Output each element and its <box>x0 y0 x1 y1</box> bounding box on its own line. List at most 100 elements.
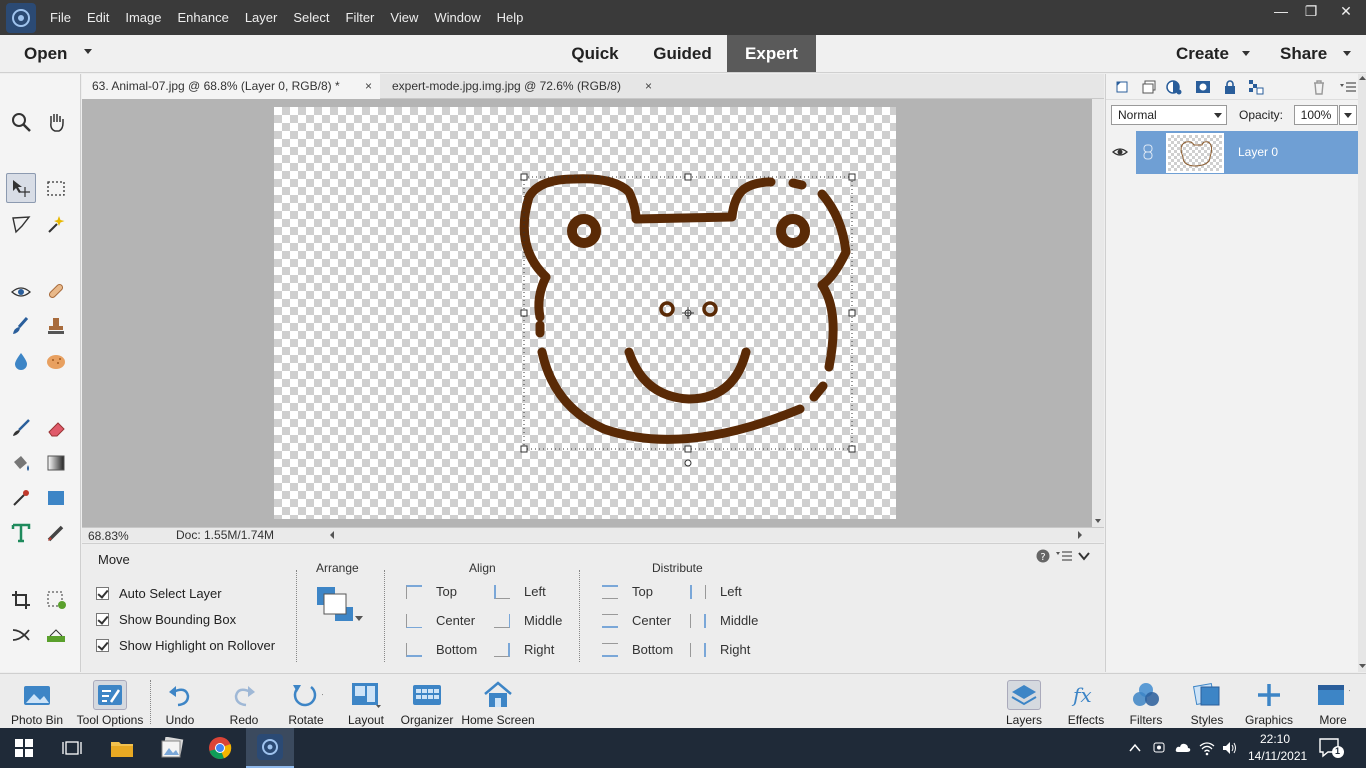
more-button[interactable]: More <box>1308 674 1358 729</box>
show-highlight-option[interactable]: Show Highlight on Rollover <box>96 638 275 653</box>
align-bottom-button[interactable]: Bottom <box>406 642 477 657</box>
menu-help[interactable]: Help <box>489 0 532 35</box>
document-tab-expert-mode[interactable]: expert-mode.jpg.img.jpg @ 72.6% (RGB/8) … <box>382 74 660 99</box>
straighten-tool-icon[interactable] <box>41 620 71 650</box>
menu-enhance[interactable]: Enhance <box>170 0 237 35</box>
opacity-input[interactable]: 100% <box>1294 105 1338 125</box>
open-button[interactable]: Open <box>24 35 67 73</box>
document-size[interactable]: Doc: 1.55M/1.74M <box>176 528 316 542</box>
pencil-tool-icon[interactable] <box>41 518 71 548</box>
menu-edit[interactable]: Edit <box>79 0 117 35</box>
blend-mode-select[interactable]: Normal <box>1111 105 1227 125</box>
recompose-tool-icon[interactable] <box>41 585 71 615</box>
share-caret-icon[interactable] <box>1343 51 1351 56</box>
photos-app-button[interactable] <box>148 728 196 768</box>
restore-button[interactable]: ❐ <box>1296 0 1326 22</box>
auto-select-layer-checkbox[interactable] <box>96 587 109 600</box>
layer-mask-icon[interactable] <box>1195 79 1211 95</box>
start-button[interactable] <box>0 728 48 768</box>
menu-window[interactable]: Window <box>426 0 488 35</box>
document-tab-animal[interactable]: 63. Animal-07.jpg @ 68.8% (Layer 0, RGB/… <box>82 74 380 99</box>
align-top-button[interactable]: Top <box>406 584 457 599</box>
menu-filter[interactable]: Filter <box>338 0 383 35</box>
magic-wand-tool-icon[interactable] <box>41 209 71 239</box>
wifi-icon[interactable] <box>1199 740 1215 756</box>
lock-transparent-icon[interactable] <box>1248 79 1264 95</box>
content-aware-move-tool-icon[interactable] <box>6 620 36 650</box>
app-logo-icon[interactable] <box>6 2 36 33</box>
show-bounding-box-checkbox[interactable] <box>96 613 109 626</box>
system-clock[interactable]: 22:10 14/11/2021 <box>1248 731 1307 765</box>
image-canvas[interactable] <box>274 107 896 519</box>
brush-tool-icon[interactable] <box>6 413 36 443</box>
align-middle-button[interactable]: Middle <box>494 613 562 628</box>
undo-button[interactable]: Undo <box>158 674 202 729</box>
share-button[interactable]: Share <box>1280 35 1327 73</box>
zoom-tool-icon[interactable] <box>6 107 36 137</box>
distribute-left-button[interactable]: Left <box>690 584 742 599</box>
crop-tool-icon[interactable] <box>6 585 36 615</box>
show-bounding-box-option[interactable]: Show Bounding Box <box>96 612 236 627</box>
lock-all-icon[interactable] <box>1222 79 1238 95</box>
lasso-tool-icon[interactable] <box>6 209 36 239</box>
filters-button[interactable]: Filters <box>1124 674 1168 729</box>
layers-panel-button[interactable]: Layers <box>1002 674 1046 729</box>
redo-button[interactable]: Redo <box>222 674 266 729</box>
create-caret-icon[interactable] <box>1242 51 1250 56</box>
notifications-button[interactable]: 1 <box>1318 736 1348 760</box>
layers-scrollbar[interactable] <box>1358 74 1366 672</box>
close-button[interactable]: ✕ <box>1326 0 1366 22</box>
layer-name[interactable]: Layer 0 <box>1238 145 1278 159</box>
volume-icon[interactable] <box>1222 740 1238 756</box>
smart-brush-tool-icon[interactable] <box>6 311 36 341</box>
menu-select[interactable]: Select <box>285 0 337 35</box>
align-right-button[interactable]: Right <box>494 642 554 657</box>
layer-row-layer-0[interactable]: Layer 0 <box>1136 131 1358 174</box>
shape-tool-icon[interactable] <box>41 483 71 513</box>
tool-options-button[interactable]: Tool Options <box>72 674 148 729</box>
hand-tool-icon[interactable] <box>41 107 71 137</box>
visibility-eye-icon[interactable] <box>1112 144 1128 160</box>
distribute-top-button[interactable]: Top <box>602 584 653 599</box>
minimize-button[interactable]: — <box>1266 0 1296 22</box>
distribute-middle-button[interactable]: Middle <box>690 613 758 628</box>
spot-healing-tool-icon[interactable] <box>41 276 71 306</box>
gradient-tool-icon[interactable] <box>41 448 71 478</box>
file-explorer-button[interactable] <box>98 728 146 768</box>
menu-file[interactable]: File <box>42 0 79 35</box>
adjustment-layer-icon[interactable] <box>1166 79 1182 95</box>
layout-button[interactable]: Layout <box>344 674 388 729</box>
show-highlight-checkbox[interactable] <box>96 639 109 652</box>
options-menu-icon[interactable] <box>1056 550 1072 562</box>
distribute-right-button[interactable]: Right <box>690 642 750 657</box>
photoshop-elements-taskbar-button[interactable] <box>246 728 294 768</box>
auto-select-layer-option[interactable]: Auto Select Layer <box>96 586 222 601</box>
eraser-tool-icon[interactable] <box>41 413 71 443</box>
help-icon[interactable]: ? <box>1036 549 1050 563</box>
close-tab-icon[interactable]: × <box>645 74 652 98</box>
show-hidden-icons-icon[interactable] <box>1127 740 1143 756</box>
opacity-slider-button[interactable] <box>1339 105 1357 125</box>
canvas-vertical-scrollbar[interactable] <box>1092 99 1104 527</box>
graphics-button[interactable]: Graphics <box>1242 674 1296 729</box>
blur-tool-icon[interactable] <box>6 346 36 376</box>
align-center-button[interactable]: Center <box>406 613 475 628</box>
close-tab-icon[interactable]: × <box>365 74 372 98</box>
collapse-panel-icon[interactable] <box>1078 551 1090 561</box>
move-tool-icon[interactable] <box>6 173 36 203</box>
tab-expert[interactable]: Expert <box>727 35 816 72</box>
tab-quick[interactable]: Quick <box>560 35 630 72</box>
canvas-horizontal-scrollbar[interactable] <box>328 530 1088 540</box>
task-view-button[interactable] <box>48 728 96 768</box>
menu-layer[interactable]: Layer <box>237 0 286 35</box>
photo-bin-button[interactable]: Photo Bin <box>8 674 66 729</box>
chrome-button[interactable] <box>196 728 244 768</box>
delete-layer-icon[interactable] <box>1311 79 1327 95</box>
arrange-button[interactable] <box>316 586 364 629</box>
sponge-tool-icon[interactable] <box>41 346 71 376</box>
new-layer-icon[interactable] <box>1114 79 1130 95</box>
align-left-button[interactable]: Left <box>494 584 546 599</box>
distribute-center-button[interactable]: Center <box>602 613 671 628</box>
canvas-area[interactable] <box>82 99 1092 527</box>
open-dropdown-caret-icon[interactable] <box>84 49 92 54</box>
